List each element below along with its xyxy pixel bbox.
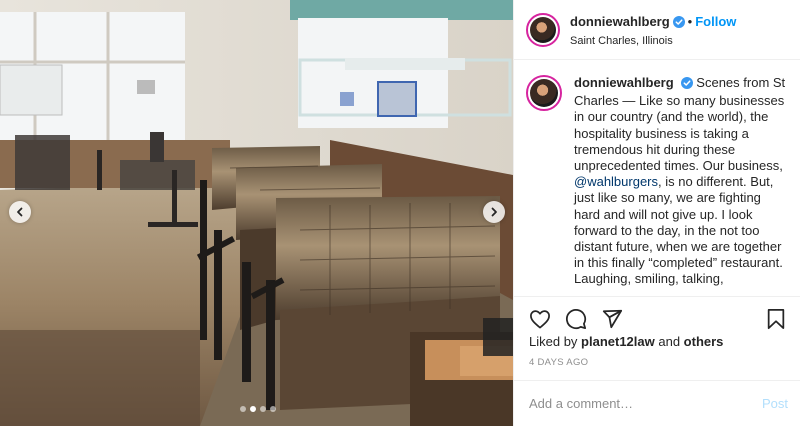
share-icon xyxy=(602,309,623,329)
post-side-panel: donniewahlberg • Follow Saint Charles, Il… xyxy=(513,0,800,426)
caption-body-continued: , is no different. But, just like so man… xyxy=(574,174,783,287)
bookmark-icon xyxy=(767,308,785,330)
caption-area: donniewahlberg Scenes from St Charles — … xyxy=(514,61,800,296)
avatar[interactable] xyxy=(526,12,560,47)
avatar[interactable] xyxy=(526,75,562,111)
liker-username[interactable]: planet12law xyxy=(581,334,655,349)
likes-summary: Liked by planet12law and others xyxy=(529,334,723,349)
carousel-dot xyxy=(250,406,256,412)
carousel-next-button[interactable] xyxy=(483,201,505,223)
comment-button[interactable] xyxy=(564,307,588,331)
header-username[interactable]: donniewahlberg xyxy=(570,14,670,29)
likes-others-link[interactable]: others xyxy=(684,334,724,349)
comment-bar: Post xyxy=(514,380,800,426)
verified-badge-icon xyxy=(680,77,693,93)
share-button[interactable] xyxy=(600,307,624,331)
location-link[interactable]: Saint Charles, Illinois xyxy=(570,35,736,47)
caption-username[interactable]: donniewahlberg xyxy=(574,75,674,90)
carousel-dot xyxy=(270,406,276,412)
heart-icon xyxy=(530,310,550,329)
separator-dot: • xyxy=(687,13,693,29)
like-button[interactable] xyxy=(528,307,552,331)
mention-link[interactable]: @wahlburgers xyxy=(574,174,658,189)
chevron-right-icon xyxy=(491,207,497,217)
restaurant-booths-photo xyxy=(0,0,513,426)
caption-text: donniewahlberg Scenes from St Charles — … xyxy=(574,75,788,296)
post-timestamp[interactable]: 4 DAYS AGO xyxy=(529,357,588,368)
carousel-dot xyxy=(240,406,246,412)
follow-button[interactable]: Follow xyxy=(695,14,736,29)
likes-middle: and xyxy=(654,334,684,349)
chevron-left-icon xyxy=(17,207,23,217)
comment-input[interactable] xyxy=(529,396,762,411)
post-comment-button[interactable]: Post xyxy=(762,396,788,411)
carousel-dot xyxy=(260,406,266,412)
carousel-indicator xyxy=(240,406,276,412)
post-photo[interactable] xyxy=(0,0,513,426)
likes-prefix: Liked by xyxy=(529,334,582,349)
post-header: donniewahlberg • Follow Saint Charles, Il… xyxy=(514,0,800,60)
carousel-prev-button[interactable] xyxy=(9,201,31,223)
comment-icon xyxy=(566,309,587,330)
verified-badge-icon xyxy=(672,15,685,33)
save-button[interactable] xyxy=(764,307,788,331)
